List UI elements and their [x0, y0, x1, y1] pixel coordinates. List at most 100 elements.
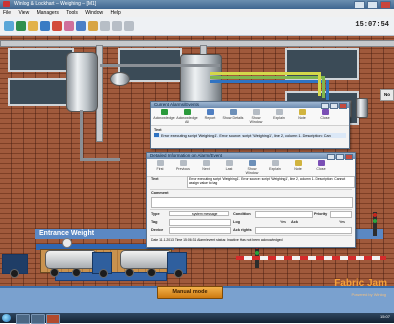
previous-icon — [179, 160, 187, 166]
menu-file[interactable]: File — [0, 9, 14, 17]
pipe — [326, 80, 329, 100]
ack-value: Yes — [339, 220, 345, 224]
menu-view[interactable]: View — [15, 9, 32, 17]
divider — [150, 235, 352, 236]
previous-button[interactable]: Previous — [172, 160, 194, 175]
explain-button[interactable]: Explain — [264, 160, 286, 175]
wheel — [125, 268, 134, 277]
acknowledge-button[interactable]: Acknowledge — [153, 109, 175, 124]
wheel — [10, 269, 19, 278]
alarm-detail-window: Detailed Information on Alarm/Event Firs… — [146, 152, 356, 248]
log-label: Log — [233, 220, 240, 224]
alarm-detail-toolbar: First Previous Next Last Show Window Exp… — [147, 159, 355, 177]
alarms-list-header: Text — [154, 128, 162, 132]
maximize-button[interactable] — [330, 103, 338, 109]
alarm-type-icon — [154, 133, 159, 137]
start-button[interactable] — [2, 314, 11, 322]
minimize-button[interactable] — [321, 103, 329, 109]
brand-logo: Fabric Jam — [334, 278, 387, 289]
note-button[interactable]: Note — [291, 109, 313, 124]
minimize-button[interactable] — [354, 1, 365, 9]
save-icon[interactable] — [16, 21, 26, 31]
trend-icon[interactable] — [64, 21, 74, 31]
close-button[interactable] — [339, 103, 347, 109]
valve-icon[interactable] — [110, 72, 130, 86]
first-button[interactable]: First — [149, 160, 171, 175]
window-icon — [252, 109, 260, 115]
alarm-icon[interactable] — [40, 21, 50, 31]
window-title-bar: Winlog & Lockhart – Weighing – [M1] — [0, 0, 394, 9]
tray-clock: 15:07 — [379, 314, 390, 319]
users-icon[interactable] — [28, 21, 38, 31]
alarms-window: Current Alarms/Events Acknowledge Acknow… — [150, 101, 350, 149]
building-window — [8, 48, 74, 72]
traffic-light-icon[interactable] — [373, 212, 377, 236]
ack-rights-field — [255, 227, 352, 234]
barrier-arm[interactable] — [236, 256, 386, 260]
show-window-button[interactable]: Show Window — [245, 109, 267, 124]
toolbar: 15:07:54 — [0, 17, 394, 36]
gauge-icon — [62, 238, 72, 248]
last-icon — [225, 160, 233, 166]
explain-button[interactable]: Explain — [268, 109, 290, 124]
note-button[interactable]: Note — [287, 160, 309, 175]
clock: 15:07:54 — [355, 21, 389, 29]
menu-managers[interactable]: Managers — [34, 9, 62, 17]
settings-icon[interactable] — [112, 21, 122, 31]
window-title: Winlog & Lockhart – Weighing – [M1] — [14, 1, 97, 7]
note-icon — [298, 109, 306, 115]
taskbar: 15:07 — [0, 313, 394, 324]
alarm-detail-controls — [327, 154, 353, 160]
close-button[interactable] — [380, 1, 391, 9]
check-icon — [160, 109, 168, 115]
next-icon — [202, 160, 210, 166]
window-icon — [248, 160, 256, 166]
storage-tank[interactable] — [180, 54, 222, 104]
comment-field[interactable] — [151, 197, 353, 208]
menu-help[interactable]: Help — [107, 9, 123, 17]
status-footer: Date 11.1.2013 Time 15:06:31 Alarm/event… — [151, 238, 283, 242]
open-icon[interactable] — [4, 21, 14, 31]
condition-field — [255, 211, 313, 218]
priority-field — [330, 211, 352, 218]
check-all-icon — [183, 109, 191, 115]
note-icon — [294, 160, 302, 166]
refresh-icon[interactable] — [100, 21, 110, 31]
help-icon[interactable] — [124, 21, 134, 31]
type-label: Type — [151, 212, 160, 216]
maximize-button[interactable] — [367, 1, 378, 9]
tag-label: Tag — [151, 220, 158, 224]
close-button[interactable] — [345, 154, 353, 160]
bell-icon[interactable] — [52, 21, 62, 31]
next-button[interactable]: Next — [195, 160, 217, 175]
show-window-button[interactable]: Show Window — [241, 160, 263, 175]
storage-tank[interactable] — [66, 52, 98, 112]
minimize-button[interactable] — [327, 154, 335, 160]
first-icon — [156, 160, 164, 166]
wheel — [99, 269, 108, 278]
last-button[interactable]: Last — [218, 160, 240, 175]
report-icon[interactable] — [88, 21, 98, 31]
close-dialog-button[interactable]: Close — [310, 160, 332, 175]
close-door-icon — [321, 109, 329, 115]
maximize-button[interactable] — [336, 154, 344, 160]
print-icon[interactable] — [76, 21, 86, 31]
condition-label: Condition — [233, 212, 251, 216]
pipe — [210, 76, 322, 79]
close-dialog-button[interactable]: Close — [314, 109, 336, 124]
alarm-row[interactable]: Error executing script 'Weighing1'. Erro… — [154, 133, 346, 138]
report-button[interactable]: Report — [199, 109, 221, 124]
truck-tanker[interactable] — [120, 250, 172, 269]
device-label: Device — [151, 228, 164, 232]
text-field[interactable]: Error executing script 'Weighing1'. Erro… — [187, 176, 355, 188]
wheel — [50, 268, 59, 277]
wheel — [72, 268, 81, 277]
app-icon — [3, 1, 10, 7]
pipe — [210, 72, 320, 75]
menu-tools[interactable]: Tools — [63, 9, 81, 17]
show-details-button[interactable]: Show Details — [222, 109, 244, 124]
truck-tanker[interactable] — [45, 250, 97, 269]
manual-mode-button[interactable]: Manual mode — [157, 286, 223, 299]
menu-window[interactable]: Window — [82, 9, 106, 17]
acknowledge-all-button[interactable]: Acknowledge All — [176, 109, 198, 124]
